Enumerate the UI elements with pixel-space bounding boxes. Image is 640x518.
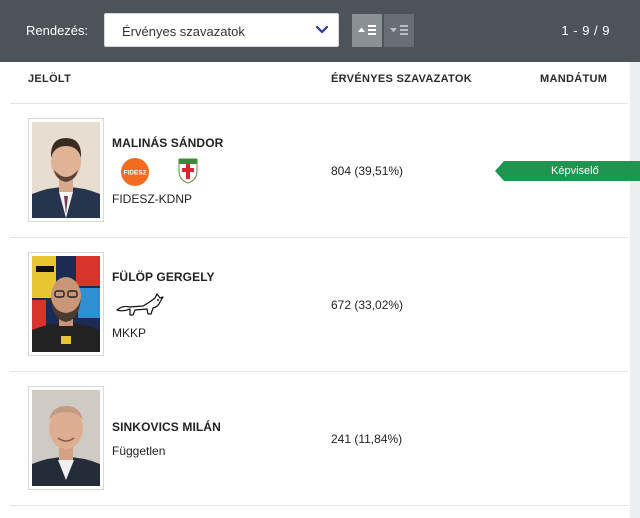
sort-ascending-button[interactable] [352, 14, 382, 47]
candidate-name[interactable]: MALINÁS SÁNDOR [112, 136, 223, 150]
candidate-photo [28, 386, 104, 490]
divider [10, 505, 628, 506]
candidate-photo [28, 118, 104, 222]
candidate-name[interactable]: FÜLÖP GERGELY [112, 270, 215, 284]
sort-label: Rendezés: [26, 23, 89, 38]
sort-descending-icon [390, 25, 408, 35]
vote-count: 241 (11,84%) [331, 432, 403, 446]
vote-count: 804 (39,51%) [331, 164, 404, 178]
table-row[interactable]: FÜLÖP GERGELY MKKP 672 (33,02%) [0, 238, 640, 372]
column-header-candidate[interactable]: JELÖLT [28, 73, 71, 85]
fidesz-logo: FIDESZ [121, 158, 149, 186]
sort-select[interactable]: Érvényes szavazatok [104, 13, 339, 47]
party-name: FIDESZ-KDNP [112, 192, 193, 206]
mandate-badge: Képviselő [495, 161, 640, 181]
fidesz-logo-text: FIDESZ [123, 170, 146, 177]
party-name: Független [112, 444, 166, 458]
table-header: JELÖLT ÉRVÉNYES SZAVAZATOK MANDÁTUM [0, 62, 630, 104]
column-header-valid-votes[interactable]: ÉRVÉNYES SZAVAZATOK [331, 73, 472, 85]
sort-ascending-icon [358, 25, 376, 35]
chevron-down-icon [315, 25, 329, 34]
sort-descending-button[interactable] [384, 14, 414, 47]
sort-toolbar: Rendezés: Érvényes szavazatok 1 - 9 / 9 [0, 0, 640, 62]
kdnp-logo [178, 158, 198, 184]
party-name: MKKP [112, 326, 147, 340]
candidate-photo [28, 252, 104, 356]
mkkp-dog-logo [116, 293, 164, 316]
pager-text: 1 - 9 / 9 [561, 23, 610, 38]
table-row[interactable]: SINKOVICS MILÁN Független 241 (11,84%) [0, 372, 640, 506]
candidate-name[interactable]: SINKOVICS MILÁN [112, 420, 221, 434]
table-row[interactable]: MALINÁS SÁNDOR FIDESZ FIDESZ-KDNP 804 (3… [0, 104, 640, 238]
vote-count: 672 (33,02%) [331, 298, 404, 312]
column-header-mandate[interactable]: MANDÁTUM [540, 73, 607, 85]
mandate-badge-label: Képviselő [551, 165, 599, 177]
sort-select-value: Érvényes szavazatok [122, 24, 245, 39]
